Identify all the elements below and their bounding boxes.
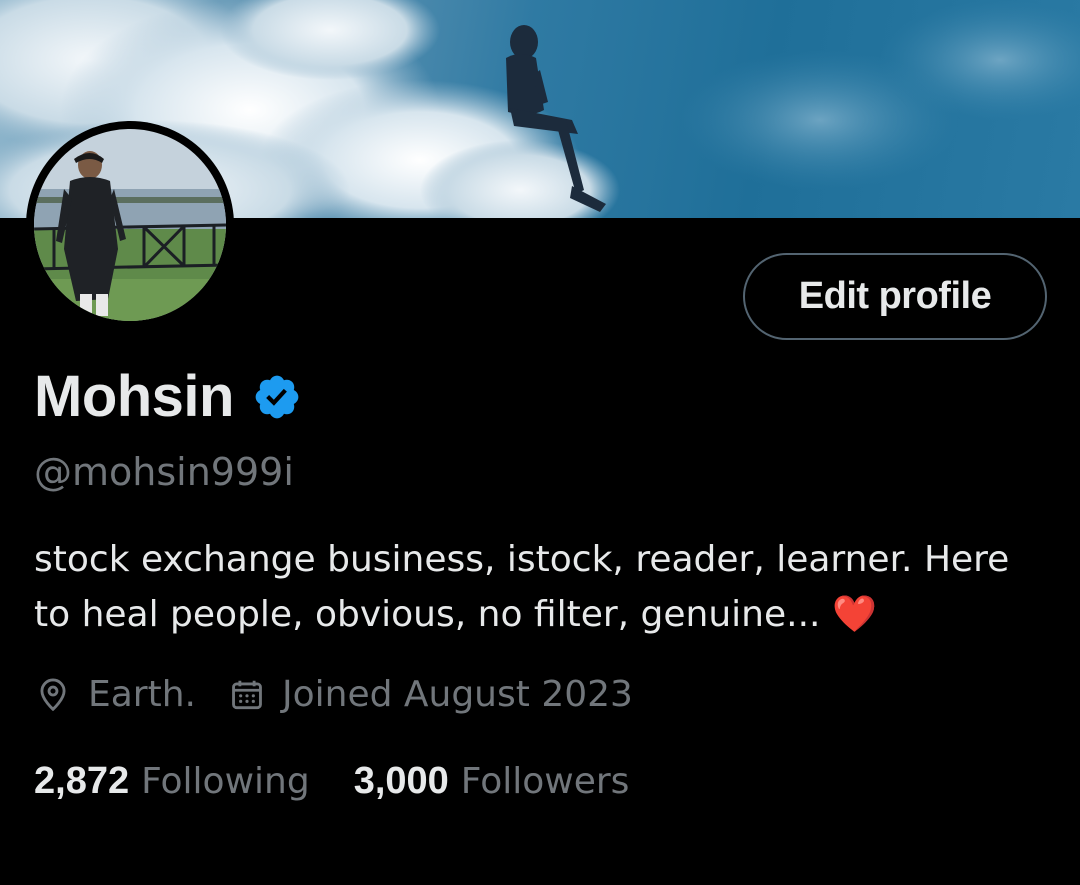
- edit-profile-button[interactable]: Edit profile: [743, 253, 1047, 340]
- avatar-photo: [34, 129, 226, 321]
- joined-text: Joined August 2023: [281, 674, 633, 715]
- verified-badge-icon[interactable]: [252, 372, 302, 422]
- followers-label: Followers: [460, 761, 630, 802]
- joined-item: Joined August 2023: [228, 674, 633, 715]
- profile-stats: 2,872 Following 3,000 Followers: [34, 760, 673, 803]
- following-label: Following: [141, 761, 310, 802]
- following-link[interactable]: 2,872 Following: [34, 760, 310, 803]
- profile-display-name: Mohsin: [34, 364, 234, 429]
- heart-emoji-icon: ❤️: [831, 594, 877, 635]
- location-item: Earth.: [34, 674, 196, 715]
- profile-name-row: Mohsin: [34, 363, 302, 430]
- profile-avatar[interactable]: [26, 121, 234, 329]
- profile-handle: @mohsin999i: [34, 450, 294, 494]
- followers-link[interactable]: 3,000 Followers: [354, 760, 630, 803]
- calendar-icon: [228, 676, 266, 714]
- profile-bio: stock exchange business, istock, reader,…: [34, 532, 1054, 642]
- location-text: Earth.: [88, 674, 196, 715]
- followers-count: 3,000: [353, 760, 449, 802]
- following-count: 2,872: [34, 760, 130, 802]
- profile-page: Edit profile Mohsin @mohsin999i stock ex…: [0, 0, 1080, 885]
- profile-meta: Earth. Joined August 2023: [34, 674, 665, 715]
- location-pin-icon: [34, 676, 72, 714]
